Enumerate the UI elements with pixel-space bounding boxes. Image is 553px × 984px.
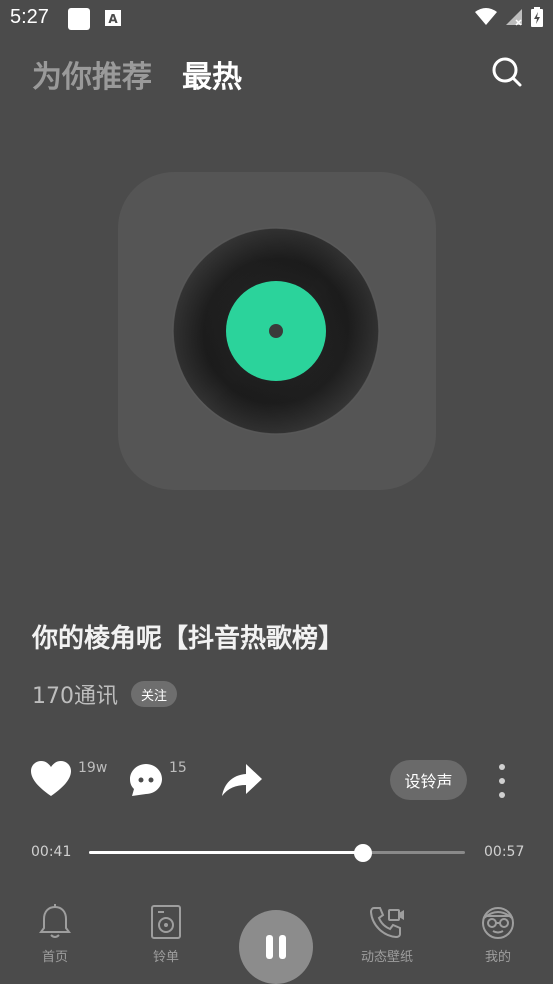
nav-label-playlist: 铃单 [152, 950, 179, 965]
nav-label-home: 首页 [41, 950, 68, 965]
share-icon[interactable] [222, 764, 262, 796]
search-icon[interactable] [491, 56, 523, 88]
progress-row: 00:41 00:57 [0, 838, 553, 868]
comment-icon[interactable] [129, 763, 163, 797]
pause-icon [266, 935, 286, 959]
avatar-icon [482, 907, 514, 939]
total-time: 00:57 [484, 844, 525, 860]
progress-knob[interactable] [354, 844, 373, 862]
battery-icon [531, 7, 543, 27]
current-time: 00:41 [31, 844, 72, 860]
vinyl-record-icon [172, 227, 380, 435]
bell-icon [39, 904, 71, 938]
top-tabs: 为你推荐 最热 [32, 52, 242, 96]
nav-item-home[interactable]: 首页 [15, 904, 95, 965]
heart-icon[interactable] [31, 761, 71, 797]
svg-text:A: A [108, 12, 118, 26]
nav-item-live-wallpaper[interactable]: 动态壁纸 [347, 904, 427, 965]
artist-name[interactable]: 170通讯 [32, 678, 118, 710]
notification-icon [68, 8, 90, 30]
progress-track[interactable] [89, 844, 465, 862]
action-row: 19w 15 [0, 752, 553, 812]
tab-recommended[interactable]: 为你推荐 [32, 52, 152, 96]
set-ringtone-button[interactable]: 设铃声 [390, 760, 467, 800]
bottom-nav: 首页 铃单 动态壁纸 我的 [0, 890, 553, 984]
nav-label-live-wallpaper: 动态壁纸 [360, 950, 413, 965]
tab-hottest[interactable]: 最热 [182, 52, 242, 96]
wifi-icon [475, 8, 497, 25]
pause-button[interactable] [239, 910, 313, 984]
follow-button[interactable]: 关注 [131, 681, 177, 707]
like-count: 19w [78, 760, 108, 776]
nav-item-playlist[interactable]: 铃单 [126, 904, 206, 965]
phone-video-icon [369, 907, 404, 939]
nav-item-me[interactable]: 我的 [458, 904, 538, 965]
speaker-icon [151, 905, 181, 939]
status-bar: 5:27 A [0, 0, 553, 36]
more-options-icon[interactable] [496, 763, 508, 799]
status-time: 5:27 [10, 6, 49, 28]
comment-count: 15 [169, 760, 187, 776]
signal-icon [506, 9, 522, 26]
progress-fill [89, 851, 364, 854]
nav-label-me: 我的 [484, 950, 511, 965]
font-notification-icon: A [105, 10, 121, 26]
song-title: 你的棱角呢【抖音热歌榜】 [32, 624, 345, 654]
